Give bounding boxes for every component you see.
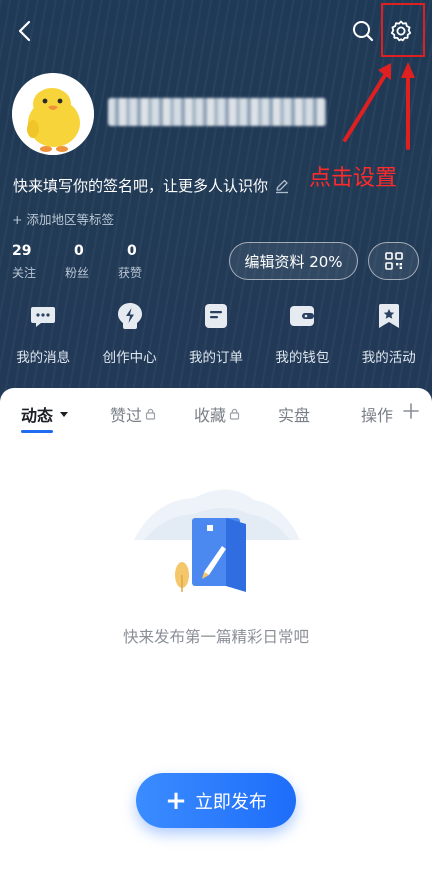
lock-icon — [145, 408, 156, 420]
stat-following[interactable]: 29 关注 — [12, 243, 65, 281]
add-region-tag-link[interactable]: + 添加地区等标签 — [12, 209, 114, 228]
tab-label: 操作 — [361, 406, 394, 425]
plus-icon — [403, 403, 419, 419]
plus-icon: + — [165, 785, 187, 816]
stat-likes[interactable]: 0 获赞 — [118, 243, 171, 281]
qr-code-button[interactable] — [368, 242, 419, 280]
stat-label: 关注 — [12, 266, 37, 280]
avatar[interactable] — [12, 73, 94, 155]
order-icon — [201, 300, 231, 332]
back-button[interactable] — [8, 14, 42, 48]
stat-value: 0 — [74, 243, 84, 259]
tab-favorites[interactable]: 收藏 — [194, 402, 240, 426]
tab-label: 收藏 — [194, 406, 227, 425]
quick-item-label: 我的钱包 — [275, 350, 330, 366]
duck-avatar-image — [12, 73, 94, 155]
annotation-label: 点击设置 — [309, 166, 398, 191]
bookmark-icon — [374, 300, 404, 332]
stat-label: 粉丝 — [65, 266, 90, 280]
active-tab-indicator — [21, 430, 53, 433]
signature-row[interactable]: 快来填写你的签名吧，让更多人认识你 — [13, 175, 290, 196]
username-blurred — [108, 98, 326, 126]
quick-item-activities[interactable]: 我的活动 — [346, 300, 432, 366]
tab-liked[interactable]: 赞过 — [110, 402, 156, 426]
tab-label: 动态 — [21, 406, 54, 425]
search-button[interactable] — [346, 14, 380, 48]
quick-item-wallet[interactable]: 我的钱包 — [259, 300, 345, 366]
empty-state-text: 快来发布第一篇精彩日常吧 — [122, 628, 309, 646]
lock-icon — [229, 408, 240, 420]
empty-state-illustration — [134, 489, 300, 592]
tab-label: 实盘 — [278, 406, 311, 425]
quick-item-creator-center[interactable]: 创作中心 — [86, 300, 172, 366]
publish-button[interactable]: + 立即发布 — [136, 773, 296, 828]
publish-button-label: 立即发布 — [194, 791, 267, 813]
add-tab-button[interactable] — [402, 402, 420, 420]
quick-item-orders[interactable]: 我的订单 — [173, 300, 259, 366]
quick-item-label: 创作中心 — [102, 350, 157, 366]
stat-label: 获赞 — [118, 266, 143, 280]
stat-followers[interactable]: 0 粉丝 — [65, 243, 118, 281]
signature-text: 快来填写你的签名吧，让更多人认识你 — [13, 177, 269, 195]
quick-item-label: 我的活动 — [361, 350, 416, 366]
quick-item-label: 我的订单 — [188, 350, 243, 366]
quick-menu: 我的消息 创作中心 我的订单 我的钱包 我的活动 — [0, 300, 432, 366]
quick-item-label: 我的消息 — [16, 350, 71, 366]
tab-operations[interactable]: 操作 — [361, 402, 393, 426]
tab-real-trading[interactable]: 实盘 — [278, 402, 310, 426]
edit-profile-button[interactable]: 编辑资料 20% — [229, 242, 358, 280]
lightning-icon — [115, 300, 145, 332]
quick-item-messages[interactable]: 我的消息 — [0, 300, 86, 366]
caret-down-icon — [60, 412, 69, 417]
stat-value: 29 — [12, 243, 32, 259]
annotation-highlight-box — [381, 3, 425, 57]
chevron-left-icon — [18, 20, 31, 42]
content-tabs: 动态 赞过 收藏 实盘 操作 — [0, 402, 432, 432]
qr-code-icon — [384, 252, 403, 270]
tab-posts[interactable]: 动态 — [21, 402, 71, 426]
edit-pen-icon[interactable] — [274, 178, 290, 194]
search-icon — [353, 21, 374, 42]
wallet-icon — [287, 300, 317, 332]
stats-row: 29 关注 0 粉丝 0 获赞 — [12, 243, 171, 281]
message-icon — [28, 300, 58, 332]
tab-label: 赞过 — [110, 406, 143, 425]
stat-value: 0 — [127, 243, 137, 259]
